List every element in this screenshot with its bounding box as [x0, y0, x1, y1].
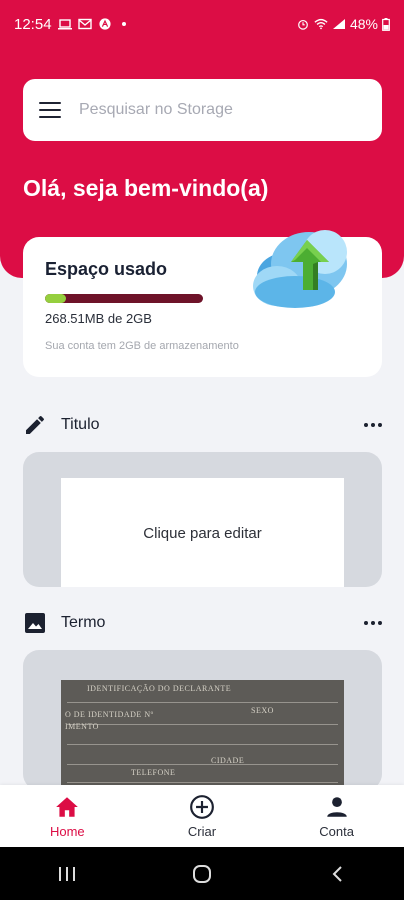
system-navigation-bar	[0, 847, 404, 900]
gmail-icon	[77, 18, 92, 30]
nav-label: Criar	[187, 823, 217, 839]
more-options-button[interactable]	[364, 621, 382, 625]
status-bar: 12:54 48%	[0, 0, 404, 48]
search-bar	[23, 79, 382, 141]
dot-icon	[121, 22, 126, 26]
cloud-upload-icon	[253, 230, 347, 308]
add-circle-icon	[190, 794, 214, 819]
nav-account[interactable]: Conta	[282, 794, 392, 839]
nav-label: Home	[49, 823, 85, 839]
text-card: Clique para editar	[23, 452, 382, 587]
home-circle-icon	[192, 864, 211, 883]
section-header-termo: Termo	[23, 608, 382, 638]
app-notification-icon	[98, 18, 111, 30]
nav-home[interactable]: Home	[12, 794, 122, 839]
nav-create[interactable]: Criar	[147, 794, 257, 839]
storage-note: Sua conta tem 2GB de armazenamento	[45, 340, 239, 352]
document-photo[interactable]: IDENTIFICAÇÃO DO DECLARANTE O DE IDENTID…	[61, 680, 344, 790]
image-icon	[25, 613, 45, 633]
greeting-title: Olá, seja bem-vindo(a)	[23, 175, 269, 201]
nav-label: Conta	[319, 823, 354, 839]
home-system-button[interactable]	[182, 859, 222, 889]
battery-level: 48%	[349, 16, 378, 32]
menu-icon[interactable]	[39, 102, 61, 118]
image-card: IDENTIFICAÇÃO DO DECLARANTE O DE IDENTID…	[23, 650, 382, 790]
clock: 12:54	[14, 15, 52, 33]
storage-progress-bar	[45, 294, 203, 303]
storage-progress-fill	[45, 294, 66, 303]
wifi-icon	[314, 18, 328, 30]
back-icon	[332, 865, 342, 882]
bottom-navigation: Home Criar Conta	[0, 785, 404, 847]
battery-icon	[382, 17, 390, 31]
signal-icon	[332, 19, 345, 29]
more-options-button[interactable]	[364, 423, 382, 427]
section-label: Titulo	[61, 416, 100, 433]
search-input[interactable]	[79, 101, 349, 119]
section-header-titulo: Titulo	[23, 410, 382, 440]
edit-area[interactable]: Clique para editar	[61, 478, 344, 587]
person-icon	[326, 796, 347, 817]
home-icon	[56, 796, 79, 817]
back-button[interactable]	[317, 859, 357, 889]
laptop-icon	[57, 19, 72, 30]
pencil-icon	[26, 415, 44, 434]
alarm-icon	[298, 19, 308, 30]
recent-apps-button[interactable]	[47, 859, 87, 889]
recent-apps-icon	[59, 866, 76, 881]
section-label: Termo	[61, 614, 106, 631]
